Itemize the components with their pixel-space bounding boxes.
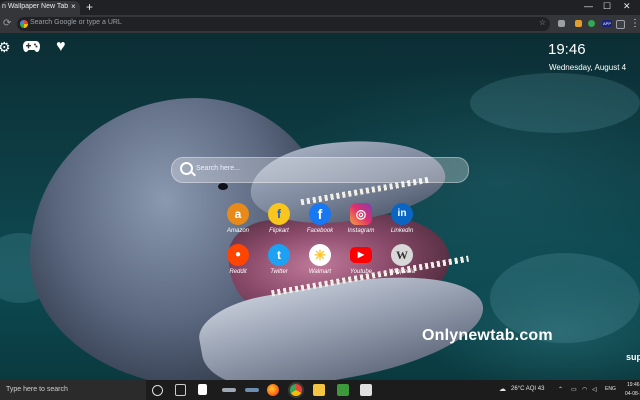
flipkart-icon: f [268,203,290,225]
firefox-icon[interactable] [267,384,279,396]
close-window-button[interactable]: ✕ [623,1,631,12]
shortcut-label: Wikipedia [389,269,415,275]
reddit-icon: ● [227,244,249,266]
minimize-button[interactable]: — [584,1,593,11]
app-icon[interactable] [222,388,236,392]
battery-icon[interactable]: ▭ [571,386,577,393]
bookmark-star-icon[interactable]: ☆ [539,18,546,27]
shortcut-reddit[interactable]: ● Reddit [216,244,260,275]
clock-date: Wednesday, August 4 [549,63,627,72]
taskbar-clock-time[interactable]: 19:46 [627,382,640,388]
shortcut-wikipedia[interactable]: W Wikipedia [380,244,424,275]
new-tab-button[interactable]: + [86,0,93,14]
wikipedia-icon: W [391,244,413,266]
tab-title: n Wallpaper New Tab The [2,3,68,10]
shortcut-instagram[interactable]: ◎ Instagram [339,203,383,234]
app-icon[interactable] [245,388,259,392]
shortcut-amazon[interactable]: a Amazon [216,203,260,234]
search-placeholder: Search here... [196,165,240,172]
chrome-icon[interactable] [290,384,302,396]
tray-chevron-icon[interactable]: ⌃ [558,386,563,393]
file-explorer-icon[interactable] [313,384,325,396]
facebook-icon: f [309,203,331,225]
language-indicator[interactable]: ENG [605,386,616,392]
game-controller-icon[interactable] [23,39,40,55]
shortcut-label: Walmart [308,269,332,275]
dolphin-eye [218,183,228,190]
windows-taskbar: Type here to search ☁ 26°C AQI 43 ⌃ ▭ ◠ … [0,380,640,400]
shortcut-linkedin[interactable]: in Linkedin [380,203,424,234]
amazon-icon: a [227,203,249,225]
extension-icon[interactable] [588,20,595,27]
wifi-icon[interactable]: ◠ [582,386,587,393]
extension-icon[interactable] [575,20,582,27]
app-icon[interactable] [360,384,372,396]
extension-icon[interactable] [558,20,565,27]
shortcut-label: Reddit [229,269,247,275]
instagram-icon: ◎ [350,203,372,225]
settings-gear-icon[interactable]: ⚙ [0,39,11,55]
weather-aqi[interactable]: 26°C AQI 43 [511,386,544,392]
taskbar-clock-date[interactable]: 04-08-2 [625,391,640,397]
shortcut-label: Instagram [347,228,375,234]
task-view-icon[interactable] [175,384,186,396]
brand-watermark: Onlynewtab.com [422,327,553,344]
browser-toolbar: ⟳ Search Google or type a URL ☆ APP ⋮ [0,15,640,33]
menu-icon[interactable]: ⋮ [630,18,640,30]
shortcut-label: Flipkart [269,228,289,234]
app-icon[interactable] [337,384,349,396]
address-bar-placeholder: Search Google or type a URL [30,19,122,26]
shortcut-label: Linkedin [390,228,414,234]
taskbar-search-input[interactable]: Type here to search [0,380,146,400]
shortcut-twitter[interactable]: t Twitter [257,244,301,275]
search-input[interactable]: Search here... [171,157,469,183]
twitter-icon: t [268,244,290,266]
taskbar-search-placeholder: Type here to search [6,386,68,393]
address-bar[interactable]: Search Google or type a URL ☆ [17,17,550,31]
shortcut-walmart[interactable]: ✳ Walmart [298,244,342,275]
water-reflection [470,73,640,133]
partial-text: sup [626,352,640,362]
heart-icon[interactable]: ♥ [56,39,66,55]
shortcut-label: Youtube [349,269,373,275]
youtube-icon: ▶ [350,247,372,263]
walmart-icon: ✳ [309,244,331,266]
shortcut-label: Amazon [226,228,249,234]
browser-tab[interactable]: n Wallpaper New Tab The × [0,1,80,15]
shortcut-flipkart[interactable]: f Flipkart [257,203,301,234]
search-icon [180,162,193,175]
shortcut-facebook[interactable]: f Facebook [298,203,342,234]
shortcut-label: Facebook [306,228,334,234]
volume-icon[interactable]: ◁ [592,386,597,393]
maximize-button[interactable]: ☐ [603,1,611,12]
extension-icon[interactable]: APP [602,20,612,27]
tab-close-icon[interactable]: × [71,2,76,11]
clock-time: 19:46 [548,41,586,58]
extension-icon[interactable] [616,20,625,29]
tab-strip: n Wallpaper New Tab The × + — ☐ ✕ [0,0,640,15]
shortcut-youtube[interactable]: ▶ Youtube [339,244,383,275]
linkedin-icon: in [391,203,413,225]
store-icon[interactable] [198,384,207,395]
google-icon [20,20,28,28]
weather-icon[interactable]: ☁ [499,385,506,393]
reload-icon[interactable]: ⟳ [3,18,11,30]
shortcut-label: Twitter [270,269,288,275]
cortana-icon[interactable] [152,385,163,396]
